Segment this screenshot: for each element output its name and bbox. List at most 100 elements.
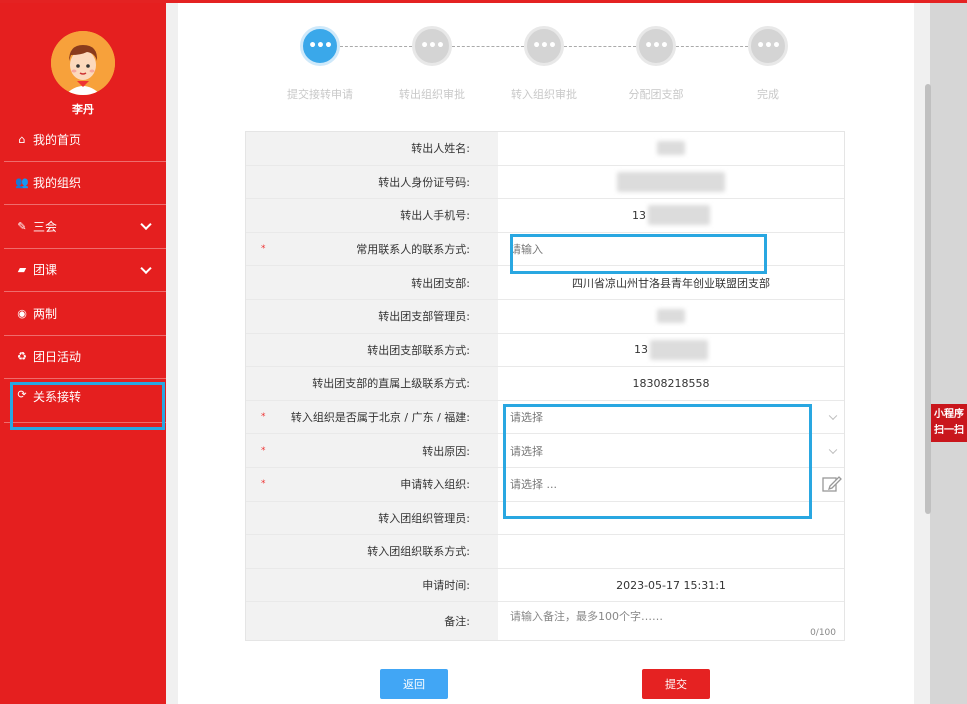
- form-label: 转出人手机号:: [246, 199, 498, 232]
- target-icon: ◉: [17, 306, 27, 320]
- more-dots-icon: •••: [532, 38, 557, 54]
- name-value: [498, 132, 844, 165]
- form-row: 转出团支部联系方式: 13: [246, 333, 844, 368]
- form-row: 转出人姓名:: [246, 132, 844, 166]
- form-row: 备注: 请输入备注，最多100个字…… 0/100: [246, 602, 844, 641]
- step-1-label: 提交接转申请: [287, 88, 353, 101]
- folder-icon: ▰: [17, 263, 27, 277]
- redacted-value: [650, 339, 708, 360]
- mini-program-label: 小程序: [934, 409, 964, 420]
- step-5-circle: •••: [748, 26, 788, 66]
- edit-icon[interactable]: [822, 475, 842, 493]
- redacted-value: [648, 205, 710, 226]
- form-row: 转入团组织联系方式:: [246, 535, 844, 569]
- sidebar: 李丹 ⌂ 我的首页 👥 我的组织 ✎ 三会 ▰ 团课 ◉ 两制 ♻ 团日活动 ⟳…: [0, 3, 166, 704]
- form-label: * 常用联系人的联系方式:: [246, 232, 498, 266]
- form-label: 备注:: [246, 602, 498, 641]
- required-mark: *: [261, 479, 266, 490]
- form-label: 申请时间:: [246, 568, 498, 602]
- step-connector: [676, 46, 748, 47]
- phone-prefix: 13: [634, 343, 648, 357]
- progress-steps: ••• ••• ••• ••• ••• 提交接转申请 转出组织审批 转入组织审批…: [178, 3, 914, 113]
- sidebar-item-label: 团日活动: [33, 350, 82, 365]
- sidebar-item-home[interactable]: ⌂ 我的首页: [4, 118, 166, 162]
- chevron-down-icon[interactable]: [140, 262, 152, 274]
- id-number-value: [498, 166, 844, 199]
- step-5-label: 完成: [757, 88, 779, 101]
- selects-highlight: [503, 404, 812, 519]
- form-row: 转出团支部管理员:: [246, 299, 844, 334]
- step-2-circle: •••: [412, 26, 452, 66]
- remark-textarea[interactable]: 请输入备注，最多100个字…… 0/100: [498, 602, 844, 640]
- out-branch-contact-value: 13: [498, 334, 844, 367]
- more-dots-icon: •••: [308, 38, 333, 54]
- form-row: 申请时间: 2023-05-17 15:31:1: [246, 568, 844, 603]
- form-row: 转出团支部的直属上级联系方式: 18308218558: [246, 367, 844, 401]
- mini-program-tag[interactable]: 小程序 扫一扫: [931, 404, 967, 442]
- chevron-down-icon[interactable]: [828, 445, 838, 454]
- form-label: 转出人姓名:: [246, 132, 498, 165]
- sidebar-item-league-class[interactable]: ▰ 团课: [4, 249, 166, 292]
- sidebar-item-label: 两制: [33, 306, 58, 321]
- apply-time-value: 2023-05-17 15:31:1: [616, 578, 726, 592]
- more-dots-icon: •••: [420, 38, 445, 54]
- sidebar-item-label: 我的首页: [33, 132, 82, 147]
- step-4-label: 分配团支部: [628, 88, 684, 101]
- avatar[interactable]: [51, 31, 115, 95]
- step-3-circle: •••: [524, 26, 564, 66]
- textarea-placeholder: 请输入备注，最多100个字……: [510, 610, 663, 624]
- right-gutter: [930, 3, 967, 704]
- required-mark: *: [261, 412, 266, 423]
- step-connector: [340, 46, 412, 47]
- char-counter: 0/100: [810, 628, 836, 639]
- chevron-down-icon[interactable]: [140, 218, 152, 231]
- main-panel: ••• ••• ••• ••• ••• 提交接转申请 转出组织审批 转入组织审批…: [178, 3, 914, 704]
- form-label: 转入团组织管理员:: [246, 501, 498, 535]
- form-label: * 转入组织是否属于北京 / 广东 / 福建:: [246, 400, 498, 434]
- step-connector: [564, 46, 636, 47]
- form-label: 转出团支部管理员:: [246, 299, 498, 333]
- sidebar-item-label: 三会: [33, 219, 58, 234]
- label-text: 转出原因:: [422, 444, 470, 458]
- scan-label: 扫一扫: [934, 425, 964, 436]
- user-name: 李丹: [72, 103, 94, 116]
- chevron-down-icon[interactable]: [828, 411, 838, 421]
- users-icon: 👥: [15, 176, 29, 190]
- sidebar-item-my-org[interactable]: 👥 我的组织: [4, 162, 166, 205]
- form-label: 转出团支部的直属上级联系方式:: [246, 367, 498, 400]
- form-label: 转出人身份证号码:: [246, 165, 498, 199]
- scrollbar-thumb[interactable]: [925, 84, 931, 514]
- more-dots-icon: •••: [644, 38, 669, 54]
- sidebar-item-three-meetings[interactable]: ✎ 三会: [4, 205, 166, 249]
- form-label: * 转出原因:: [246, 434, 498, 467]
- form-label: 转入团组织联系方式:: [246, 535, 498, 568]
- redacted-value: [657, 309, 685, 324]
- sidebar-nav: ⌂ 我的首页 👥 我的组织 ✎ 三会 ▰ 团课 ◉ 两制 ♻ 团日活动 ⟳ 关系…: [4, 118, 166, 423]
- step-1-circle: •••: [300, 26, 340, 66]
- back-button[interactable]: 返回: [380, 669, 448, 699]
- label-text: 申请转入组织:: [400, 478, 470, 492]
- form-row: 转出人手机号: 13: [246, 199, 844, 233]
- step-4-circle: •••: [636, 26, 676, 66]
- sidebar-item-two-systems[interactable]: ◉ 两制: [4, 292, 166, 336]
- more-dots-icon: •••: [756, 38, 781, 54]
- redacted-value: [657, 141, 685, 156]
- redacted-value: [617, 171, 725, 192]
- step-3-label: 转入组织审批: [511, 88, 577, 101]
- required-mark: *: [261, 244, 266, 255]
- in-contact-value: [498, 535, 844, 568]
- label-text: 转入组织是否属于北京 / 广东 / 福建:: [290, 411, 470, 425]
- edit-icon: ✎: [17, 219, 27, 233]
- step-connector: [452, 46, 524, 47]
- superior-contact-value: 18308218558: [632, 376, 710, 390]
- phone-prefix: 13: [632, 208, 646, 222]
- required-mark: *: [261, 445, 266, 456]
- contact-input-highlight: [510, 234, 767, 274]
- recycle-icon: ♻: [17, 350, 27, 364]
- remark-field: 请输入备注，最多100个字…… 0/100: [498, 602, 844, 640]
- sidebar-item-league-day[interactable]: ♻ 团日活动: [4, 336, 166, 379]
- submit-button[interactable]: 提交: [642, 669, 710, 699]
- step-2-label: 转出组织审批: [399, 88, 465, 101]
- form-row: 转出人身份证号码:: [246, 165, 844, 200]
- label-text: 常用联系人的联系方式:: [356, 243, 470, 257]
